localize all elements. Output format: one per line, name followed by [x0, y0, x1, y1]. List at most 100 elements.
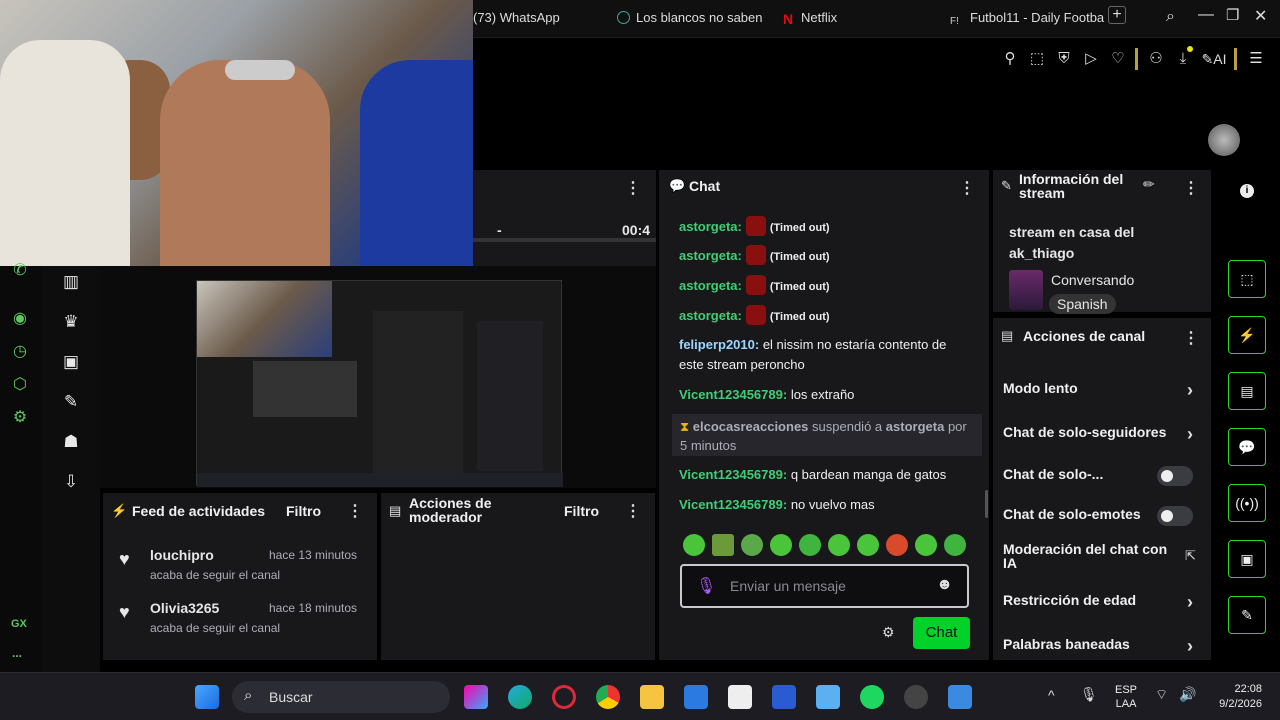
play-icon[interactable]: ▷ [1082, 50, 1100, 68]
emote-icon[interactable] [857, 534, 879, 556]
ai-chat-moderation[interactable]: Moderación del chat con IA [1003, 542, 1173, 570]
copilot-icon[interactable] [464, 685, 488, 709]
screenshot-button[interactable]: ⬚ [1228, 260, 1266, 298]
clock-icon[interactable]: ◷ [10, 341, 30, 361]
filter-button[interactable]: Filtro [286, 503, 321, 519]
tab-whatsapp[interactable]: (73) WhatsApp [473, 10, 560, 25]
category-thumbnail[interactable] [1009, 270, 1043, 310]
external-link-icon[interactable]: ⇱ [1185, 548, 1196, 564]
upload-icon[interactable]: ⇩ [60, 472, 82, 494]
emote-icon[interactable] [915, 534, 937, 556]
more-icon[interactable]: ⋮ [625, 178, 641, 198]
wrench-button[interactable]: ✎ [1228, 596, 1266, 634]
tab-netflix[interactable]: N Netflix [783, 10, 837, 27]
settings-icon[interactable]: ⚙ [10, 407, 30, 427]
taskbar-search[interactable]: ⌕ Buscar [232, 681, 450, 713]
trophy-icon[interactable]: ♛ [60, 312, 82, 334]
pin-icon[interactable]: ⚲ [1001, 50, 1019, 68]
chat-bubble-button[interactable]: 💬 [1228, 428, 1266, 466]
close-icon[interactable]: ✕ [1254, 6, 1267, 26]
bolt-button[interactable]: ⚡ [1228, 316, 1266, 354]
spotify-icon[interactable] [860, 685, 884, 709]
info-icon[interactable]: i [1240, 184, 1254, 198]
emote-icon[interactable] [944, 534, 966, 556]
search-icon[interactable]: ⌕ [1166, 8, 1175, 26]
toggle-switch[interactable] [1157, 506, 1193, 526]
dashboard-icon[interactable]: ▥ [60, 272, 82, 294]
restore-icon[interactable]: ❐ [1226, 6, 1239, 24]
category-name[interactable]: Conversando [1051, 272, 1134, 288]
volume-icon[interactable]: 🔊 [1179, 686, 1196, 703]
store-icon[interactable] [728, 685, 752, 709]
app-icon[interactable] [816, 685, 840, 709]
chrome-icon[interactable] [596, 685, 620, 709]
heart-icon[interactable]: ♡ [1109, 50, 1127, 68]
whatsapp-icon[interactable]: ✆ [10, 260, 30, 280]
windows-start-icon[interactable] [195, 685, 219, 709]
chat-input[interactable]: 🎙 Enviar un mensaje ☻ [680, 564, 969, 608]
video-icon[interactable]: ▣ [60, 352, 82, 374]
more-icon[interactable]: ⋮ [625, 501, 641, 521]
ai-button[interactable]: ✎AI [1199, 50, 1229, 68]
emoji-icon[interactable]: ☻ [936, 576, 953, 594]
chat-scrollbar[interactable] [985, 490, 988, 518]
shield-icon[interactable]: ⛨ [1055, 50, 1073, 68]
edge-icon[interactable] [508, 685, 532, 709]
clock[interactable]: 22:08 9/2/2026 [1210, 682, 1262, 712]
filter-button[interactable]: Filtro [564, 503, 599, 519]
menu-icon[interactable]: ☰ [1247, 50, 1265, 68]
video-button[interactable]: ▣ [1228, 540, 1266, 578]
emote-icon[interactable] [799, 534, 821, 556]
tab-futbol11[interactable]: F! Futbol11 - Daily Footba [950, 10, 1104, 30]
wifi-icon[interactable]: ⌔ [1155, 686, 1168, 704]
progress-bar[interactable] [473, 238, 656, 242]
snapshot-icon[interactable]: ⬚ [1028, 50, 1046, 68]
broadcast-button[interactable]: ((•)) [1228, 484, 1266, 522]
chat-send-button[interactable]: Chat [913, 617, 970, 649]
opera-gx-icon[interactable] [552, 685, 576, 709]
emote-icon[interactable] [683, 534, 705, 556]
more-icon[interactable]: ⋮ [1183, 328, 1199, 348]
more-icon[interactable]: ... [12, 646, 22, 660]
minimize-icon[interactable]: — [1198, 6, 1214, 24]
toggle-switch[interactable] [1157, 466, 1193, 486]
gx-label[interactable]: GX [11, 618, 27, 630]
language-indicator[interactable]: ESP LAA [1115, 683, 1137, 711]
notes-button[interactable]: ▤ [1228, 372, 1266, 410]
chat-message: astorgeta: (Timed out) [679, 245, 971, 267]
subscribers-only-chat[interactable]: Chat de solo-... [1003, 466, 1203, 486]
wrench-icon[interactable]: ✎ [60, 392, 82, 414]
avatar[interactable] [1208, 124, 1240, 156]
banned-words[interactable]: Palabras baneadas › [1003, 636, 1203, 656]
chevron-up-icon[interactable]: ^ [1048, 687, 1055, 703]
player-icon[interactable]: ◉ [10, 308, 30, 328]
emote-icon[interactable] [828, 534, 850, 556]
download-icon[interactable]: ⤓ [1174, 50, 1192, 68]
followers-only-chat[interactable]: Chat de solo-seguidores › [1003, 424, 1203, 444]
more-icon[interactable]: ⋮ [347, 501, 363, 521]
emote-only-chat[interactable]: Chat de solo-emotes [1003, 506, 1203, 526]
more-icon[interactable]: ⋮ [1183, 178, 1199, 198]
account-icon[interactable]: ⚇ [1147, 50, 1165, 68]
users-icon[interactable]: ☗ [60, 432, 82, 454]
obs-icon[interactable] [904, 685, 928, 709]
slow-mode[interactable]: Modo lento › [1003, 380, 1203, 400]
file-explorer-icon[interactable] [640, 685, 664, 709]
emote-icon[interactable] [741, 534, 763, 556]
emote-icon[interactable] [886, 534, 908, 556]
emote-icon[interactable] [770, 534, 792, 556]
edit-icon[interactable]: ✏ [1143, 176, 1155, 193]
photos-icon[interactable] [948, 685, 972, 709]
more-icon[interactable]: ⋮ [959, 178, 975, 198]
tab-los-blancos[interactable]: Los blancos no saben [617, 10, 762, 25]
microphone-icon[interactable]: 🎙 [1080, 686, 1098, 703]
chat-settings-icon[interactable]: ⚙ [882, 624, 895, 641]
emote-icon[interactable] [712, 534, 734, 556]
badge-icon [745, 305, 766, 325]
word-icon[interactable] [772, 685, 796, 709]
microphone-icon[interactable]: 🎙 [696, 576, 716, 596]
mail-icon[interactable] [684, 685, 708, 709]
extensions-icon[interactable]: ⬡ [10, 374, 30, 394]
age-restriction[interactable]: Restricción de edad › [1003, 592, 1203, 612]
new-tab-button[interactable]: + [1108, 6, 1126, 24]
